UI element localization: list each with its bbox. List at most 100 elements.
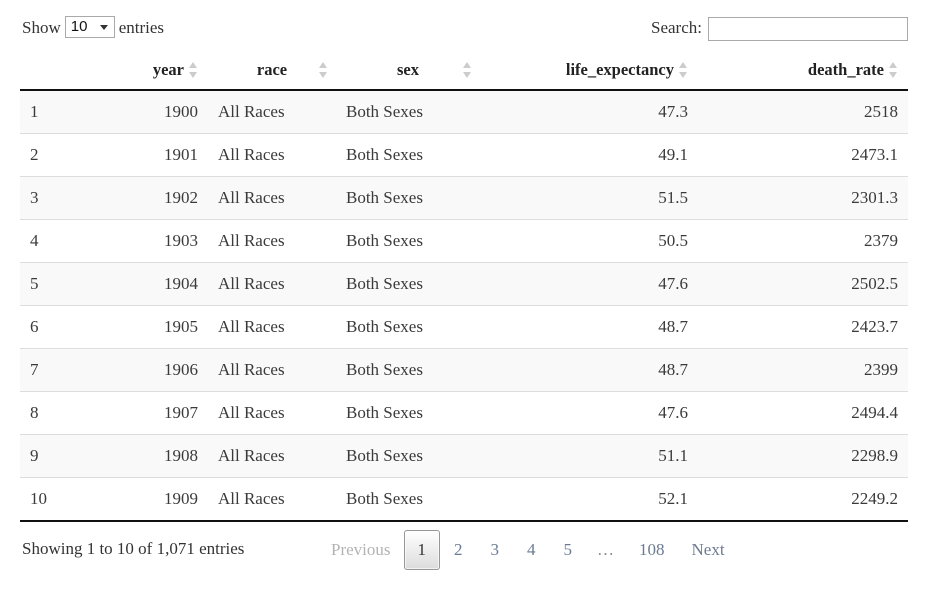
cell-race: All Races — [208, 434, 336, 478]
cell-idx: 10 — [20, 477, 112, 520]
column-header-death-rate[interactable]: death_rate — [698, 52, 908, 91]
table-footer-bar: Showing 1 to 10 of 1,071 entries Previou… — [0, 522, 928, 580]
search-label: Search: — [651, 18, 702, 37]
cell-race: All Races — [208, 348, 336, 392]
table-row[interactable]: 5 1904 All Races Both Sexes 47.6 2502.5 — [20, 262, 908, 306]
table-row[interactable]: 6 1905 All Races Both Sexes 48.7 2423.7 — [20, 305, 908, 349]
cell-year: 1906 — [112, 348, 208, 392]
table-body: 1 1900 All Races Both Sexes 47.3 2518 2 1901 All… — [20, 90, 908, 520]
entries-label: entries — [118, 18, 165, 37]
cell-idx: 4 — [20, 219, 112, 263]
column-header-life-expectancy-label: life_expectancy — [565, 60, 674, 79]
cell-life: 51.5 — [480, 176, 698, 220]
cell-idx: 6 — [20, 305, 112, 349]
cell-race: All Races — [208, 133, 336, 177]
sort-arrows-icon — [319, 62, 328, 78]
table-row[interactable]: 4 1903 All Races Both Sexes 50.5 2379 — [20, 219, 908, 263]
column-header-sex-label: sex — [397, 60, 419, 79]
cell-death: 2518 — [698, 90, 908, 134]
cell-sex: Both Sexes — [336, 348, 480, 392]
pagination-page-3[interactable]: 3 — [477, 530, 514, 570]
table-head: year race sex life_expectancy death_rate — [20, 52, 908, 91]
pagination-page-108[interactable]: 108 — [625, 530, 679, 570]
entries-per-page-value: 10 — [70, 18, 88, 35]
cell-life: 52.1 — [480, 477, 698, 520]
cell-life: 48.7 — [480, 305, 698, 349]
show-label: Show — [22, 18, 61, 37]
cell-year: 1901 — [112, 133, 208, 177]
cell-idx: 2 — [20, 133, 112, 177]
cell-year: 1907 — [112, 391, 208, 435]
column-header-race-label: race — [256, 60, 288, 79]
sort-arrows-icon — [679, 62, 688, 78]
table-container: year race sex life_expectancy death_rate — [0, 52, 928, 520]
pagination-page-4[interactable]: 4 — [513, 530, 550, 570]
pagination: Previous 1 2 3 4 5 … 108 Next — [318, 530, 738, 570]
cell-life: 47.6 — [480, 391, 698, 435]
cell-death: 2423.7 — [698, 305, 908, 349]
cell-death: 2301.3 — [698, 176, 908, 220]
cell-sex: Both Sexes — [336, 219, 480, 263]
column-header-race[interactable]: race — [208, 52, 336, 91]
cell-idx: 9 — [20, 434, 112, 478]
table-row[interactable]: 9 1908 All Races Both Sexes 51.1 2298.9 — [20, 434, 908, 478]
column-header-year[interactable]: year — [112, 52, 208, 91]
column-header-sex[interactable]: sex — [336, 52, 480, 91]
pagination-page-2[interactable]: 2 — [440, 530, 477, 570]
cell-life: 47.3 — [480, 90, 698, 134]
cell-race: All Races — [208, 219, 336, 263]
cell-death: 2298.9 — [698, 434, 908, 478]
cell-race: All Races — [208, 477, 336, 520]
table-row[interactable]: 3 1902 All Races Both Sexes 51.5 2301.3 — [20, 176, 908, 220]
cell-sex: Both Sexes — [336, 391, 480, 435]
column-header-year-label: year — [152, 60, 184, 79]
cell-sex: Both Sexes — [336, 176, 480, 220]
cell-idx: 8 — [20, 391, 112, 435]
cell-sex: Both Sexes — [336, 90, 480, 134]
cell-year: 1909 — [112, 477, 208, 520]
cell-race: All Races — [208, 176, 336, 220]
cell-race: All Races — [208, 391, 336, 435]
cell-sex: Both Sexes — [336, 477, 480, 520]
cell-life: 47.6 — [480, 262, 698, 306]
cell-life: 48.7 — [480, 348, 698, 392]
search-input[interactable] — [708, 17, 908, 42]
table-row[interactable]: 7 1906 All Races Both Sexes 48.7 2399 — [20, 348, 908, 392]
cell-year: 1908 — [112, 434, 208, 478]
cell-race: All Races — [208, 305, 336, 349]
chevron-down-icon — [99, 25, 108, 30]
search-control: Search: — [651, 16, 908, 42]
cell-life: 51.1 — [480, 434, 698, 478]
table-row[interactable]: 1 1900 All Races Both Sexes 47.3 2518 — [20, 90, 908, 134]
table-row[interactable]: 10 1909 All Races Both Sexes 52.1 2249.2 — [20, 477, 908, 520]
cell-idx: 3 — [20, 176, 112, 220]
cell-death: 2249.2 — [698, 477, 908, 520]
cell-year: 1905 — [112, 305, 208, 349]
entries-per-page-select[interactable]: 10 — [64, 16, 115, 38]
cell-year: 1903 — [112, 219, 208, 263]
datatable-widget: Show 10 entries Search: year race sex li… — [0, 0, 928, 600]
table-header-row: year race sex life_expectancy death_rate — [20, 52, 908, 91]
cell-idx: 5 — [20, 262, 112, 306]
column-header-life-expectancy[interactable]: life_expectancy — [480, 52, 698, 91]
cell-year: 1902 — [112, 176, 208, 220]
pagination-page-1[interactable]: 1 — [403, 530, 440, 570]
pagination-next-button[interactable]: Next — [679, 530, 738, 570]
table-row[interactable]: 8 1907 All Races Both Sexes 47.6 2494.4 — [20, 391, 908, 435]
cell-sex: Both Sexes — [336, 305, 480, 349]
cell-race: All Races — [208, 262, 336, 306]
column-header-death-rate-label: death_rate — [807, 60, 884, 79]
pagination-page-5[interactable]: 5 — [550, 530, 587, 570]
table-info-text: Showing 1 to 10 of 1,071 entries — [22, 539, 245, 558]
cell-idx: 7 — [20, 348, 112, 392]
cell-death: 2399 — [698, 348, 908, 392]
cell-race: All Races — [208, 90, 336, 134]
table-controls-bar: Show 10 entries Search: — [0, 0, 928, 52]
pagination-ellipsis: … — [597, 540, 614, 559]
pagination-previous-button: Previous — [331, 540, 391, 559]
cell-idx: 1 — [20, 90, 112, 134]
cell-life: 50.5 — [480, 219, 698, 263]
table-row[interactable]: 2 1901 All Races Both Sexes 49.1 2473.1 — [20, 133, 908, 177]
cell-year: 1900 — [112, 90, 208, 134]
column-header-index[interactable] — [20, 52, 112, 91]
